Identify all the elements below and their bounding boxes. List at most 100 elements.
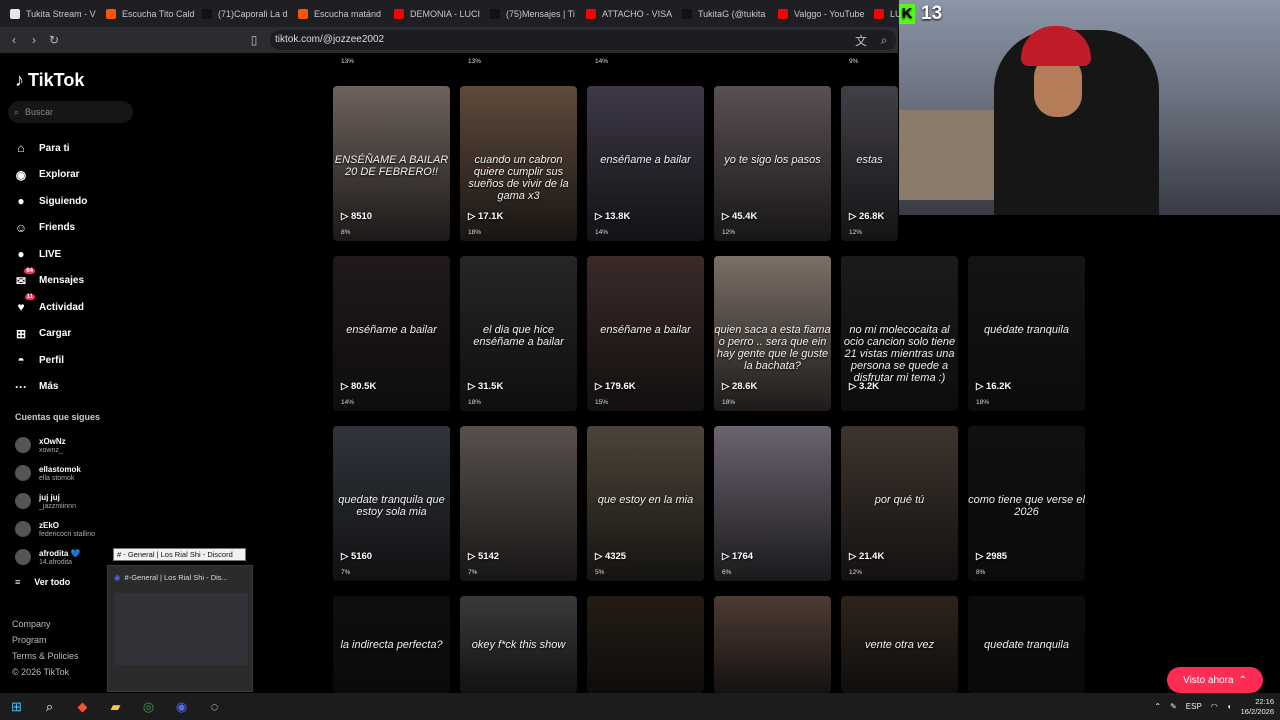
- sidebar-item-ms[interactable]: ··· Más: [13, 374, 87, 401]
- video-tile[interactable]: quedate tranquila: [968, 596, 1085, 693]
- footer-link[interactable]: Program: [12, 632, 79, 648]
- pen-icon[interactable]: ✎: [1170, 702, 1177, 711]
- forward-icon[interactable]: ›: [24, 33, 44, 47]
- following-name: zEkO: [39, 520, 60, 530]
- video-tile[interactable]: yo te sigo los pasos ▷ 45.4K 12%: [714, 86, 831, 241]
- search-input[interactable]: ⌕ Buscar: [8, 101, 133, 123]
- browser-tab[interactable]: DEMONIA - LUCI: [388, 2, 482, 25]
- translate-icon[interactable]: 文: [851, 32, 871, 49]
- video-tile[interactable]: okey f*ck this show: [460, 596, 577, 693]
- visto-ahora-button[interactable]: Visto ahora ⌃: [1167, 667, 1263, 693]
- video-percent: 14%: [595, 229, 609, 236]
- browser-tab[interactable]: ATTACHO - VISA: [580, 2, 674, 25]
- footer-link[interactable]: Terms & Policies: [12, 648, 79, 664]
- tiktok-logo[interactable]: ♪ TikTok: [15, 70, 84, 91]
- volume-icon[interactable]: ◖: [1227, 702, 1232, 711]
- following-item[interactable]: zEkO federicocri stallino: [15, 515, 95, 543]
- sidebar-item-siguiendo[interactable]: ● Siguiendo: [13, 188, 87, 215]
- sidebar-item-label: Mensajes: [39, 275, 85, 287]
- tab-favicon-icon: [586, 8, 596, 19]
- video-tile[interactable]: quédate tranquila ▷ 16.2K 18%: [968, 256, 1085, 411]
- video-tile[interactable]: no mi molecocaita al ocio cancion solo t…: [841, 256, 958, 411]
- sidebar-item-explorar[interactable]: ◉ Explorar: [13, 162, 87, 189]
- sidebar-item-friends[interactable]: ☺ Friends: [13, 215, 87, 242]
- brave-icon[interactable]: ◆: [66, 693, 99, 720]
- sidebar-item-cargar[interactable]: ⊞ Cargar: [13, 321, 87, 348]
- views-count: 17.1K: [477, 211, 504, 222]
- video-tile[interactable]: enséñame a bailar ▷ 80.5K 14%: [333, 256, 450, 411]
- video-tile[interactable]: quien saca a esta fiama o perro .. sera …: [714, 256, 831, 411]
- video-tile[interactable]: que estoy en la mia ▷ 4325 5%: [587, 426, 704, 581]
- url-text[interactable]: tiktok.com/@jozzee2002: [275, 27, 384, 53]
- video-caption: enséñame a bailar: [600, 154, 691, 167]
- sidebar-item-mensajes[interactable]: ✉ 64 Mensajes: [13, 267, 87, 295]
- video-tile[interactable]: la indirecta perfecta?: [333, 596, 450, 693]
- browser-tab[interactable]: Escucha matánd: [292, 2, 386, 25]
- chrome-icon[interactable]: ◎: [132, 693, 165, 720]
- discord-taskbar-icon[interactable]: ◉: [165, 693, 198, 720]
- file-explorer-icon[interactable]: ▰: [99, 693, 132, 720]
- following-item[interactable]: afrodita 💙 14.afrodita: [15, 543, 95, 571]
- sidebar-item-parati[interactable]: ⌂ Para ti: [13, 135, 87, 162]
- browser-tab[interactable]: (71)Caporali La d: [196, 2, 290, 25]
- video-tile[interactable]: enséñame a bailar ▷ 13.8K 14%: [587, 86, 704, 241]
- obs-icon[interactable]: ◌: [198, 693, 231, 720]
- video-tile[interactable]: vente otra vez: [841, 596, 958, 693]
- icon-glyph: ●: [17, 247, 25, 262]
- video-tile[interactable]: enséñame a bailar ▷ 179.6K 15%: [587, 256, 704, 411]
- play-icon: ▷: [976, 381, 986, 392]
- tab-favicon-icon: [298, 8, 308, 19]
- sidebar-item-perfil[interactable]: ◓ Perfil: [13, 347, 87, 374]
- browser-tab[interactable]: (75)Mensajes | Ti: [484, 2, 578, 25]
- tab-label: TukitaG (@tukita: [698, 8, 766, 19]
- live-icon: ●: [13, 246, 29, 262]
- tray-chevron-icon[interactable]: ⌃: [1154, 702, 1161, 711]
- bookmark-icon[interactable]: ▯: [244, 33, 264, 47]
- windows-start-icon[interactable]: ⊞: [0, 693, 33, 720]
- discord-preview[interactable]: ◉ #-General | Los Rial Shi - Dis...: [107, 565, 253, 692]
- video-tile[interactable]: [587, 596, 704, 693]
- play-icon: ▷: [722, 211, 732, 222]
- views-count: 5142: [477, 551, 500, 562]
- video-tile[interactable]: ▷ 5142 7%: [460, 426, 577, 581]
- video-views: ▷ 28.6K: [722, 381, 757, 392]
- clock[interactable]: 22:16 16/2/2026: [1241, 697, 1274, 717]
- see-all-button[interactable]: ≡ Ver todo: [15, 577, 70, 587]
- following-item[interactable]: ellastomok ella stomok: [15, 459, 95, 487]
- video-tile[interactable]: estas ▷ 26.8K 12%: [841, 86, 898, 241]
- wifi-icon[interactable]: ◠: [1211, 702, 1218, 711]
- webcam-overlay: [899, 0, 1280, 215]
- video-tile[interactable]: el dia que hice enséñame a bailar ▷ 31.5K…: [460, 256, 577, 411]
- sidebar-item-label: Actividad: [39, 301, 85, 313]
- video-tile[interactable]: como tiene que verse el 2026 ▷ 2985 8%: [968, 426, 1085, 581]
- avatar: [15, 549, 31, 565]
- footer-link: © 2026 TikTok: [12, 667, 70, 677]
- sidebar-item-label: Perfil: [39, 354, 65, 366]
- back-icon[interactable]: ‹: [4, 33, 24, 47]
- search-taskbar-icon[interactable]: ⌕: [33, 693, 66, 720]
- browser-tab[interactable]: Escucha Tito Cald: [100, 2, 194, 25]
- sidebar-item-live[interactable]: ● LIVE: [13, 241, 87, 268]
- sidebar-item-label: Para ti: [39, 142, 70, 154]
- reload-icon[interactable]: ↻: [44, 33, 64, 47]
- video-tile[interactable]: quedate tranquila que estoy sola mia ▷ 51…: [333, 426, 450, 581]
- language-indicator[interactable]: ESP: [1186, 702, 1202, 711]
- tiktok-note-icon: ♪: [15, 70, 24, 90]
- footer-link[interactable]: Company: [12, 616, 79, 632]
- following-handle: 14.afrodita: [39, 558, 73, 566]
- following-item[interactable]: juj juj _jazzmiinnn: [15, 487, 95, 515]
- browser-tab[interactable]: TukitaG (@tukita: [676, 2, 770, 25]
- address-bar: ‹ › ↻ ▯ tiktok.com/@jozzee2002 文 ⌕: [0, 27, 898, 53]
- video-percent: 14%: [341, 399, 355, 406]
- video-tile[interactable]: [714, 596, 831, 693]
- video-tile[interactable]: por qué tú ▷ 21.4K 12%: [841, 426, 958, 581]
- sidebar-item-actividad[interactable]: ♥ 11 Actividad: [13, 294, 87, 321]
- following-item[interactable]: xOwNz xownz_: [15, 431, 95, 459]
- browser-tab[interactable]: Valggo - YouTube: [772, 2, 866, 25]
- video-tile[interactable]: ENSÉÑAME A BAILAR 20 DE FEBRERO!! ▷ 8510 8…: [333, 86, 450, 241]
- zoom-icon[interactable]: ⌕: [874, 33, 894, 48]
- browser-tab[interactable]: Tukita Stream - V: [4, 2, 98, 25]
- video-tile[interactable]: ▷ 1764 6%: [714, 426, 831, 581]
- video-tile[interactable]: cuando un cabron quiere cumplir sus sueñ…: [460, 86, 577, 241]
- tab-label: (71)Caporali La d: [218, 8, 288, 19]
